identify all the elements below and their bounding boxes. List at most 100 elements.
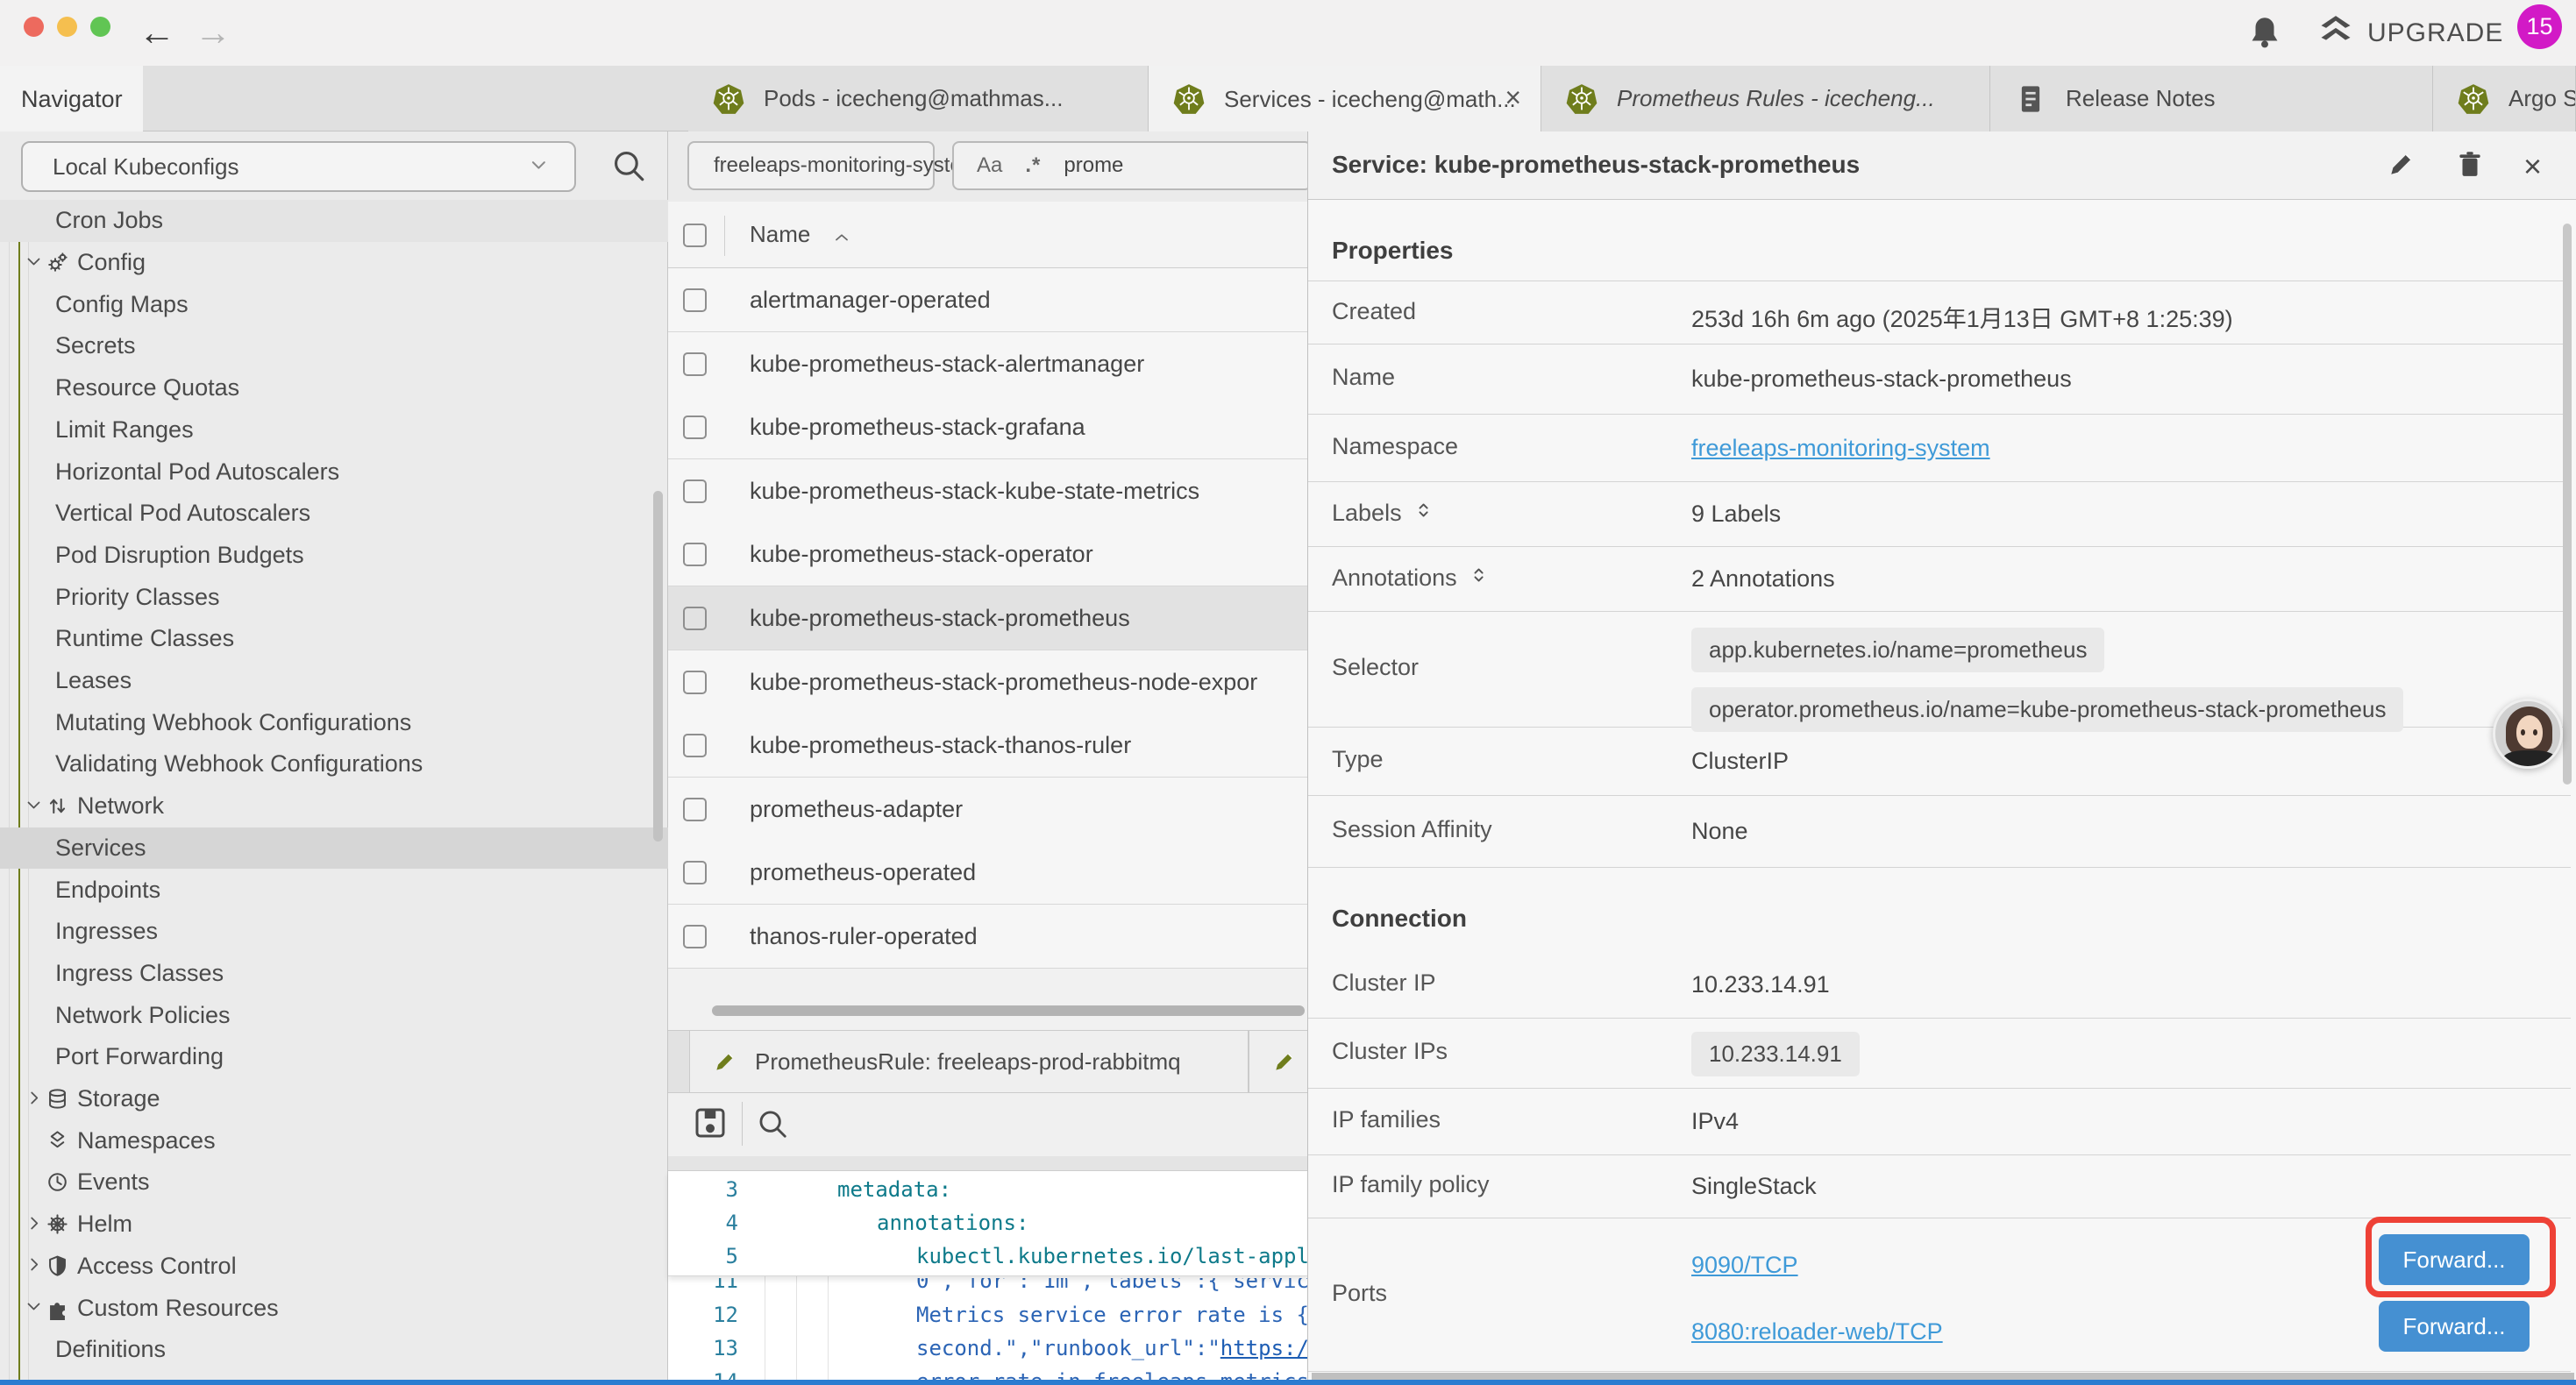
upgrade-button[interactable]: UPGRADE [2316,13,2503,53]
chevron-right-icon[interactable] [25,1089,46,1110]
row-checkbox[interactable] [683,607,707,630]
sidebar-item-mutating-webhook-configurations[interactable]: Mutating Webhook Configurations [0,701,668,743]
kubeconfig-selector-dropdown[interactable]: Local Kubeconfigs [21,141,576,192]
sidebar-search-icon[interactable] [610,147,647,188]
close-icon[interactable]: × [2523,151,2542,182]
table-row[interactable]: prometheus-operated [668,841,1308,905]
sidebar-item-horizontal-pod-autoscalers[interactable]: Horizontal Pod Autoscalers [0,451,668,493]
notification-count-badge[interactable]: 15 [2517,4,2562,49]
sidebar-item-config-maps[interactable]: Config Maps [0,283,668,325]
annotation-highlight-rectangle [2366,1217,2556,1297]
row-checkbox[interactable] [683,798,707,821]
panel-scrollbar[interactable] [2563,224,2572,785]
sidebar-item-ingresses[interactable]: Ingresses [0,911,668,953]
namespace-selector-dropdown[interactable]: freeleaps-monitoring-system [687,141,935,190]
tab-prometheus-rules-icecheng[interactable]: Prometheus Rules - icecheng... [1541,66,1990,131]
window-minimize-button[interactable] [57,17,77,37]
sidebar-item-limit-ranges[interactable]: Limit Ranges [0,409,668,451]
table-horizontal-scrollbar[interactable] [712,1005,1305,1016]
tab-services-icecheng-math[interactable]: Services - icecheng@math...× [1149,66,1541,132]
sidebar-item-secrets[interactable]: Secrets [0,325,668,367]
forward-icon[interactable]: → [195,7,231,58]
forward-button[interactable]: Forward... [2379,1301,2530,1352]
table-row[interactable]: thanos-ruler-operated [668,905,1308,969]
chevron-right-icon[interactable] [25,1214,46,1235]
editor-tab-partial[interactable] [1249,1031,1308,1092]
name-filter-input[interactable]: Aa .* prome [952,141,1312,190]
table-row[interactable]: kube-prometheus-stack-operator [668,522,1308,586]
sidebar-item-services[interactable]: Services [0,827,668,870]
sidebar-item-leases[interactable]: Leases [0,660,668,702]
chevron-down-icon[interactable] [25,796,46,817]
sidebar-item-cron-jobs[interactable]: Cron Jobs [0,200,668,242]
sidebar-item-network[interactable]: Network [0,785,668,827]
row-checkbox[interactable] [683,352,707,376]
editor-search-icon[interactable] [756,1107,789,1145]
editor-tab-prometheusrule[interactable]: PrometheusRule: freeleaps-prod-rabbitmq [689,1031,1249,1092]
chevron-right-icon[interactable] [25,1255,46,1276]
row-checkbox[interactable] [683,734,707,757]
yaml-editor[interactable]: 3 metadata:4 annotations:5 kubectl.kuber… [668,1171,1308,1385]
row-checkbox[interactable] [683,416,707,439]
sidebar-item-runtime-classes[interactable]: Runtime Classes [0,618,668,660]
port-link[interactable]: 9090/TCP [1691,1252,1798,1279]
port-link[interactable]: 8080:reloader-web/TCP [1691,1318,1943,1346]
regex-icon[interactable]: .* [1025,153,1041,178]
sidebar-item-pod-disruption-budgets[interactable]: Pod Disruption Budgets [0,535,668,577]
row-checkbox[interactable] [683,543,707,566]
delete-trash-icon[interactable] [2455,149,2485,183]
row-checkbox[interactable] [683,479,707,503]
close-icon[interactable]: × [1505,82,1521,114]
sidebar-item-events[interactable]: Events [0,1161,668,1204]
sidebar-item-endpoints[interactable]: Endpoints [0,869,668,911]
sidebar-item-priority-classes[interactable]: Priority Classes [0,576,668,618]
name-column-header[interactable]: Name [750,221,810,248]
sidebar-item-ingress-classes[interactable]: Ingress Classes [0,953,668,995]
select-all-checkbox[interactable] [683,224,707,247]
sidebar-item-helm[interactable]: Helm [0,1204,668,1246]
sidebar-item-storage[interactable]: Storage [0,1078,668,1120]
edit-pencil-icon[interactable] [2387,149,2416,183]
tab-argo-se[interactable]: Argo Se [2433,66,2576,131]
table-row[interactable]: kube-prometheus-stack-prometheus [668,586,1308,650]
row-checkbox[interactable] [683,288,707,312]
sidebar-item-validating-webhook-configurations[interactable]: Validating Webhook Configurations [0,743,668,785]
avatar[interactable] [2493,699,2563,769]
table-row[interactable]: prometheus-adapter [668,778,1308,842]
sidebar-item-network-policies[interactable]: Network Policies [0,994,668,1036]
panel-horizontal-scrollbar[interactable] [1312,1373,2574,1380]
table-row[interactable]: alertmanager-operated [668,268,1308,332]
table-row[interactable]: kube-prometheus-stack-grafana [668,395,1308,459]
notifications-bell-icon[interactable] [2246,13,2283,54]
row-checkbox[interactable] [683,925,707,948]
tab-release-notes[interactable]: Release Notes [1990,66,2433,131]
sidebar-item-config[interactable]: Config [0,242,668,284]
sort-toggle-icon[interactable] [1414,499,1437,528]
row-checkbox[interactable] [683,861,707,884]
sidebar-item-vertical-pod-autoscalers[interactable]: Vertical Pod Autoscalers [0,493,668,535]
save-icon[interactable] [693,1105,728,1145]
back-icon[interactable]: ← [139,7,175,58]
sidebar-item-port-forwarding[interactable]: Port Forwarding [0,1036,668,1078]
table-row[interactable]: kube-prometheus-stack-alertmanager [668,332,1308,396]
row-checkbox[interactable] [683,671,707,694]
chevron-down-icon[interactable] [25,1297,46,1318]
tab-pods-icecheng-mathmas[interactable]: Pods - icecheng@mathmas... [688,66,1149,131]
table-row[interactable]: kube-prometheus-stack-prometheus-node-ex… [668,650,1308,714]
chevron-down-icon[interactable] [25,252,46,273]
match-case-icon[interactable]: Aa [977,153,1002,178]
sidebar-item-custom-resources[interactable]: Custom Resources [0,1287,668,1329]
sidebar-item-namespaces[interactable]: Namespaces [0,1119,668,1161]
table-row[interactable]: kube-prometheus-stack-thanos-ruler [668,714,1308,778]
tab-navigator[interactable]: Navigator [0,66,143,132]
namespace-link[interactable]: freeleaps-monitoring-system [1691,435,1990,462]
table-row[interactable]: kube-prometheus-stack-kube-state-metrics [668,459,1308,523]
sidebar-item-access-control[interactable]: Access Control [0,1246,668,1288]
sidebar-item-definitions[interactable]: Definitions [0,1329,668,1371]
sort-ascending-icon[interactable] [831,228,852,253]
sidebar-scrollbar[interactable] [653,491,663,842]
window-zoom-button[interactable] [90,17,110,37]
sidebar-item-resource-quotas[interactable]: Resource Quotas [0,367,668,409]
window-close-button[interactable] [24,17,44,37]
sort-toggle-icon[interactable] [1469,564,1492,593]
